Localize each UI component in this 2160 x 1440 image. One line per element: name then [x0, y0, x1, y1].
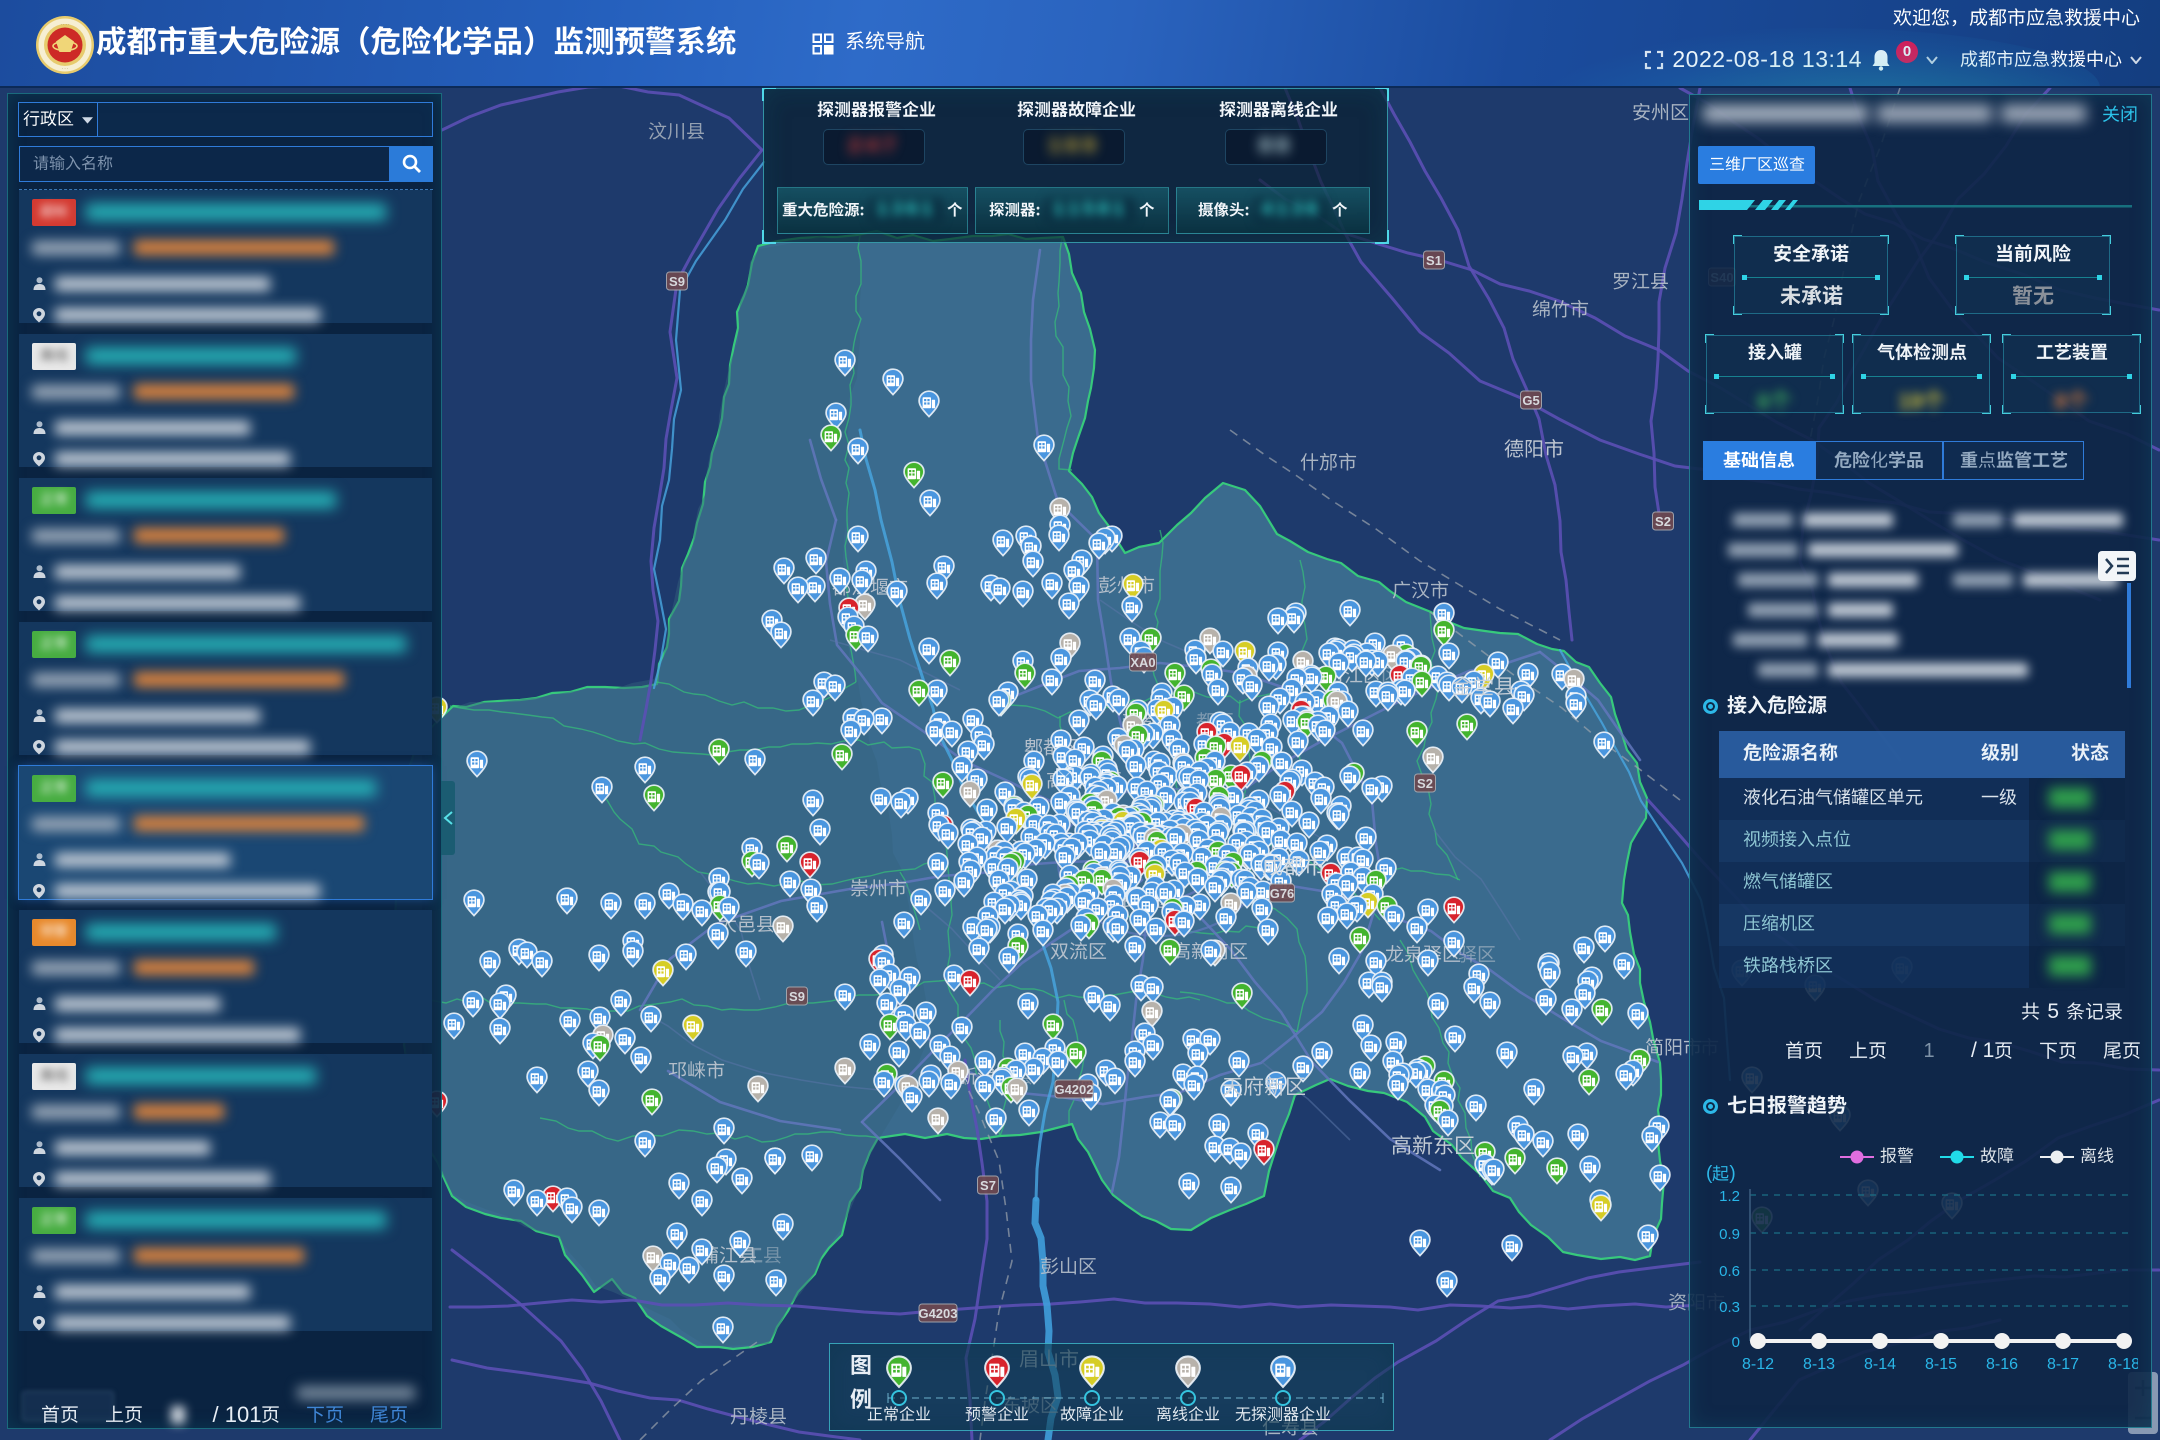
svg-text:8-14: 8-14: [1864, 1356, 1896, 1373]
svg-text:G4202: G4202: [1054, 1082, 1093, 1097]
svg-text:1.2: 1.2: [1719, 1188, 1740, 1205]
svg-text:0.9: 0.9: [1719, 1226, 1740, 1243]
svg-text:· · · ·: · · · ·: [61, 22, 70, 27]
svg-text:8-15: 8-15: [1925, 1356, 1957, 1373]
svg-text:0.3: 0.3: [1719, 1299, 1740, 1316]
svg-text:S9: S9: [669, 274, 685, 289]
svg-text:· · ·: · · ·: [62, 66, 68, 71]
svg-text:S9: S9: [789, 989, 805, 1004]
svg-text:S2: S2: [1655, 514, 1671, 529]
svg-text:G76: G76: [1270, 886, 1295, 901]
svg-text:0: 0: [1732, 1334, 1740, 1351]
svg-text:8-16: 8-16: [1986, 1356, 2018, 1373]
svg-text:S2: S2: [1417, 776, 1433, 791]
svg-text:S7: S7: [980, 1178, 996, 1193]
svg-text:8-17: 8-17: [2047, 1356, 2079, 1373]
svg-text:G5: G5: [1522, 393, 1539, 408]
svg-text:S1: S1: [1426, 253, 1442, 268]
svg-text:8-18: 8-18: [2108, 1356, 2138, 1373]
svg-text:0.6: 0.6: [1719, 1263, 1740, 1280]
svg-text:8-13: 8-13: [1803, 1356, 1835, 1373]
svg-text:G4203: G4203: [918, 1306, 957, 1321]
svg-text:XA0: XA0: [1130, 655, 1155, 670]
svg-text:8-12: 8-12: [1742, 1356, 1774, 1373]
